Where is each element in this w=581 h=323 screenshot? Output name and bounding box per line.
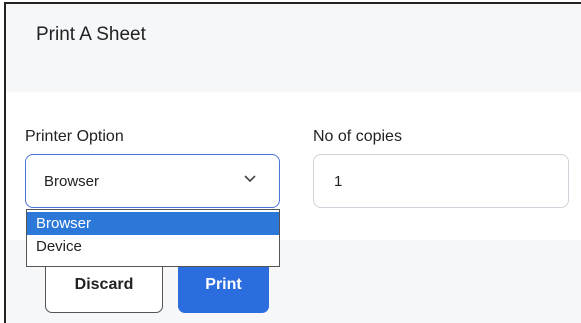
printer-option-label: Printer Option — [25, 128, 124, 145]
dropdown-option-device[interactable]: Device — [27, 235, 279, 258]
copies-input-value[interactable]: 1 — [334, 173, 342, 190]
copies-input[interactable]: 1 — [313, 154, 569, 208]
dialog-header — [6, 4, 581, 92]
chevron-down-icon[interactable] — [243, 171, 257, 185]
printer-option-dropdown[interactable]: Browser Device — [26, 209, 280, 267]
copies-label: No of copies — [313, 128, 402, 145]
dropdown-option-browser[interactable]: Browser — [27, 212, 279, 235]
printer-option-selected-value: Browser — [44, 173, 100, 190]
dialog-title: Print A Sheet — [36, 24, 146, 45]
printer-option-select[interactable]: Browser — [25, 154, 280, 208]
